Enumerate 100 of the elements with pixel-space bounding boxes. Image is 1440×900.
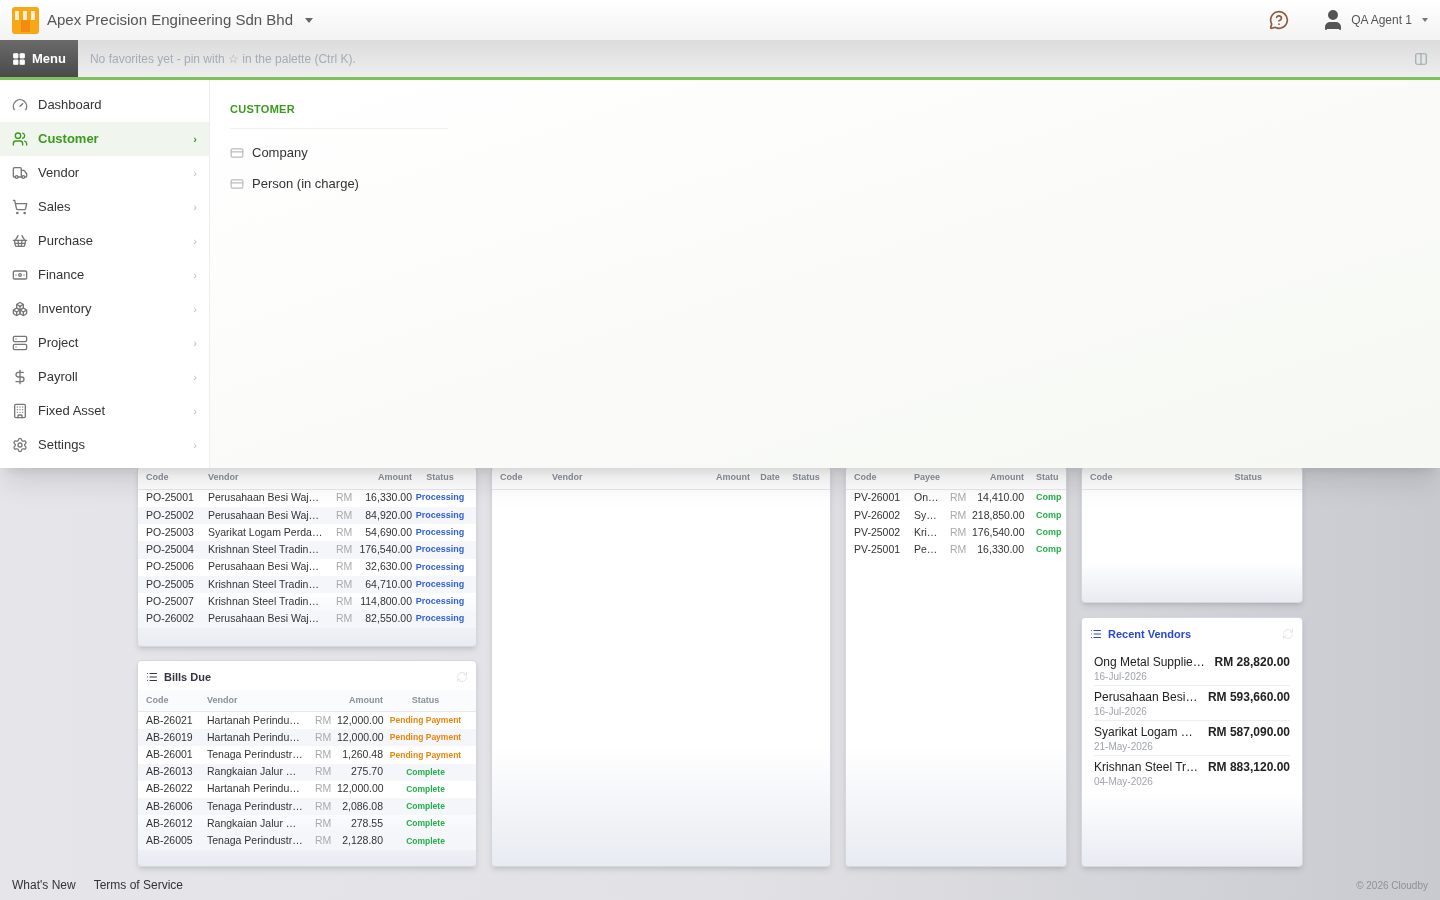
caret-icon: [1422, 18, 1428, 22]
status-label: Processing: [414, 508, 466, 522]
boxes-icon: [12, 301, 28, 317]
table-cell-text: PV-25002: [854, 524, 902, 540]
table-cell-text: Krishnan Steel Tradin…: [208, 576, 320, 592]
table-cell-text: RM: [315, 729, 333, 745]
status-label: Pending Payment: [388, 731, 463, 745]
grid-icon: [12, 51, 26, 66]
table-cell-text: RM: [336, 576, 354, 592]
status-label: Comp: [1035, 526, 1062, 539]
vendor-name[interactable]: Perusahaan Besi…: [1094, 687, 1198, 706]
chevron-icon: ›: [193, 368, 197, 386]
refresh-icon[interactable]: [1282, 628, 1294, 641]
column-header: Code: [500, 471, 524, 484]
table-cell-text: Sy…: [914, 507, 938, 523]
menu-item[interactable]: Inventory ›: [0, 292, 209, 326]
vendor-date: 04-May-2026: [1094, 775, 1154, 788]
table-cell-text: PO-26002: [146, 611, 195, 627]
table-cell-text: Krishnan Steel Tradin…: [208, 594, 320, 610]
chevron-icon: ›: [193, 198, 197, 216]
table-cell-text: 12,000.00: [337, 729, 383, 745]
vendor-name[interactable]: Syarikat Logam …: [1094, 722, 1193, 741]
chevron-icon: ›: [193, 232, 197, 250]
column-header: Amount: [377, 471, 412, 484]
refresh-icon[interactable]: [456, 671, 468, 684]
gauge-icon: [12, 97, 28, 113]
menu-item[interactable]: Vendor ›: [0, 156, 209, 190]
banknote-icon: [12, 267, 28, 283]
table-cell-text: RM: [950, 507, 968, 523]
table-cell-text: RM: [950, 524, 968, 540]
footer-link[interactable]: Terms of Service: [93, 876, 183, 894]
submenu-item[interactable]: Person (in charge): [230, 168, 1440, 199]
chevron-icon: ›: [193, 266, 197, 284]
table-cell-text: PO-25004: [146, 542, 195, 558]
dollar-icon: [12, 369, 28, 385]
table-cell-text: RM: [315, 798, 333, 814]
help-chat-icon[interactable]: [1269, 10, 1290, 30]
table-cell-text: RM: [336, 611, 354, 627]
column-header: Status: [791, 471, 821, 484]
vendor-date: 21-May-2026: [1094, 740, 1154, 753]
status-label: Processing: [414, 595, 466, 609]
chevron-icon: ›: [193, 300, 197, 318]
vendor-name[interactable]: Ong Metal Supplie…: [1094, 652, 1205, 671]
table-cell-text: RM: [315, 747, 333, 763]
status-label: Complete: [405, 834, 446, 848]
table-cell-text: 278.55: [349, 815, 383, 831]
company-name[interactable]: Apex Precision Engineering Sdn Bhd: [47, 8, 293, 32]
column-header: Code: [146, 693, 170, 707]
table-cell-text: Perusahaan Besi Waj…: [208, 507, 321, 523]
table-cell-text: 82,550.00: [364, 611, 412, 627]
status-label: Comp: [1035, 508, 1062, 522]
table-cell-text: AB-26006: [146, 798, 194, 814]
column-header: Code: [854, 471, 878, 484]
table-cell-text: Tenaga Perindustr…: [207, 798, 304, 814]
vendor-amount: RM 587,090.00: [1207, 723, 1290, 741]
table-cell-text: Perusahaan Besi Waj…: [208, 559, 321, 575]
status-label: Processing: [414, 526, 466, 539]
caret-icon[interactable]: [305, 17, 313, 23]
menu-button[interactable]: Menu: [0, 40, 78, 77]
table-cell-text: PO-25005: [146, 576, 195, 592]
status-label: Pending Payment: [388, 714, 463, 727]
chevron-icon: ›: [193, 164, 197, 182]
table-cell-text: 218,850.00: [972, 507, 1024, 523]
card-icon: [230, 145, 244, 160]
table-cell-text: Hartanah Perindu…: [207, 729, 301, 745]
user-menu[interactable]: QA Agent 1: [1321, 8, 1428, 32]
menu-item[interactable]: Finance ›: [0, 258, 209, 292]
table-cell-text: Pe…: [914, 542, 939, 558]
panel-toggle-icon[interactable]: [1414, 51, 1428, 66]
table-cell-text: Krishnan Steel Tradin…: [208, 542, 320, 558]
table-cell-text: PO-25002: [146, 507, 195, 523]
status-label: Processing: [414, 543, 466, 557]
table-cell-text: 32,630.00: [364, 559, 412, 575]
menu-item[interactable]: Payroll ›: [0, 360, 209, 394]
menu-item[interactable]: Fixed Asset ›: [0, 394, 209, 428]
favorites-hint: No favorites yet - pin with ☆ in the palette (Ctrl K).: [89, 50, 356, 68]
table-cell-text: RM: [336, 542, 354, 558]
table-cell-text: RM: [336, 507, 354, 523]
table-cell-text: Rangkaian Jalur …: [207, 815, 298, 831]
menu-item[interactable]: Sales ›: [0, 190, 209, 224]
table-cell-text: Perusahaan Besi Waj…: [208, 490, 321, 506]
status-label: Complete: [405, 817, 446, 831]
menu-item[interactable]: Settings ›: [0, 428, 209, 462]
column-header: Status: [425, 471, 455, 484]
truck-icon: [12, 165, 28, 181]
table-cell-text: RM: [315, 764, 333, 780]
chevron-icon: ›: [193, 436, 197, 454]
column-header: Amount: [715, 471, 750, 484]
submenu-item[interactable]: Company: [230, 137, 1440, 168]
vendor-name[interactable]: Krishnan Steel Tr…: [1094, 757, 1199, 776]
table-cell-text: Tenaga Perindustr…: [207, 833, 304, 849]
footer-link[interactable]: What's New: [12, 876, 76, 894]
table-cell-text: RM: [315, 712, 333, 728]
vendor-date: 16-Jul-2026: [1094, 670, 1148, 683]
table-cell-text: 64,710.00: [364, 576, 412, 592]
menu-item[interactable]: Dashboard: [0, 88, 209, 122]
menu-item[interactable]: Project ›: [0, 326, 209, 360]
settings-icon: [12, 437, 28, 453]
list-icon: [146, 671, 158, 684]
menu-item[interactable]: Purchase ›: [0, 224, 209, 258]
